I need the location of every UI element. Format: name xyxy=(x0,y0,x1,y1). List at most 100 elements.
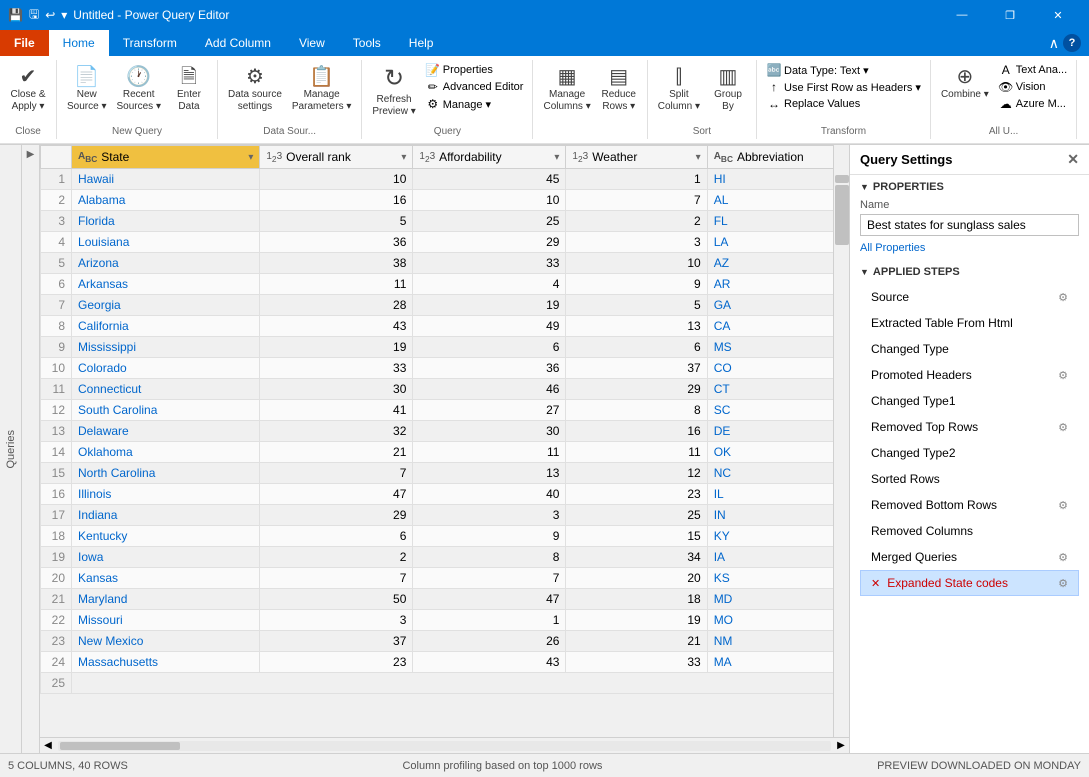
refresh-preview-button[interactable]: ↻ RefreshPreview ▾ xyxy=(368,62,419,121)
h-scroll-track xyxy=(58,741,831,751)
query-name-input[interactable] xyxy=(860,214,1079,236)
ribbon-group-transform-items: 🔤 Data Type: Text ▾ ↑ Use First Row as H… xyxy=(763,62,924,124)
row-num-4: 4 xyxy=(41,232,72,253)
step-item-2[interactable]: Changed Type xyxy=(860,336,1079,362)
step-item-4[interactable]: Changed Type1 xyxy=(860,388,1079,414)
ai-vertical: A Text Ana... 👁 Vision ☁ Azure M... xyxy=(995,62,1070,112)
step-gear-11[interactable]: ⚙ xyxy=(1058,577,1068,590)
cell-state-22: Missouri xyxy=(72,610,260,631)
scrollbar-horizontal[interactable]: ◀ ▶ xyxy=(40,737,849,753)
close-group-label: Close xyxy=(15,126,41,137)
col-filter-afford[interactable]: ▾ xyxy=(554,152,559,163)
data-source-settings-button[interactable]: ⚙ Data sourcesettings xyxy=(224,62,286,116)
all-properties-link[interactable]: All Properties xyxy=(860,242,925,254)
properties-button[interactable]: 📝 Properties xyxy=(422,62,527,78)
step-gear-0[interactable]: ⚙ xyxy=(1058,291,1068,304)
help-icon[interactable]: ? xyxy=(1063,34,1081,52)
quick-access-undo[interactable]: ↩ xyxy=(45,8,55,22)
step-item-10[interactable]: Merged Queries ⚙ xyxy=(860,544,1079,570)
text-analytics-button[interactable]: A Text Ana... xyxy=(995,62,1070,78)
table-row: 15 North Carolina 7 13 12 NC xyxy=(41,463,849,484)
data-type-button[interactable]: 🔤 Data Type: Text ▾ xyxy=(763,62,924,78)
quick-access-save[interactable]: 🖫 xyxy=(29,5,39,26)
tab-tools[interactable]: Tools xyxy=(339,30,395,56)
ribbon-collapse[interactable]: ∧ xyxy=(1049,35,1059,52)
ribbon-group-combine: ⊕ Combine ▾ A Text Ana... 👁 Vision ☁ Azu… xyxy=(931,60,1077,139)
reduce-rows-button[interactable]: ▤ ReduceRows ▾ xyxy=(597,62,641,116)
tab-transform[interactable]: Transform xyxy=(109,30,191,56)
recent-sources-button[interactable]: 🕐 RecentSources ▾ xyxy=(112,62,164,116)
step-item-9[interactable]: Removed Columns xyxy=(860,518,1079,544)
cell-afford-9: 6 xyxy=(413,337,566,358)
quick-access-dropdown[interactable]: ▾ xyxy=(61,8,67,22)
step-item-11[interactable]: ✕ Expanded State codes ⚙ xyxy=(860,570,1079,596)
step-left-6: Changed Type2 xyxy=(871,446,956,460)
manage-columns-button[interactable]: ▦ ManageColumns ▾ xyxy=(539,62,594,116)
tab-add-column[interactable]: Add Column xyxy=(191,30,285,56)
col-filter-state[interactable]: ▾ xyxy=(248,152,253,163)
table-scroll[interactable]: ABC State ▾ 123 Overall rank ▾ xyxy=(40,145,849,737)
enter-data-button[interactable]: 🗎 EnterData xyxy=(167,62,211,116)
scroll-left-btn[interactable]: ◀ xyxy=(40,738,56,754)
scroll-thumb-up[interactable] xyxy=(835,175,849,183)
tab-file[interactable]: File xyxy=(0,30,49,56)
tab-home[interactable]: Home xyxy=(49,30,109,56)
cell-afford-13: 30 xyxy=(413,421,566,442)
new-source-button[interactable]: 📄 NewSource ▾ xyxy=(63,62,110,116)
azure-ml-button[interactable]: ☁ Azure M... xyxy=(995,96,1070,112)
step-item-5[interactable]: Removed Top Rows ⚙ xyxy=(860,414,1079,440)
col-header-rank[interactable]: 123 Overall rank ▾ xyxy=(260,146,413,169)
tab-help[interactable]: Help xyxy=(395,30,448,56)
step-item-3[interactable]: Promoted Headers ⚙ xyxy=(860,362,1079,388)
close-apply-button[interactable]: ✔ Close &Apply ▾ xyxy=(6,62,50,116)
row-num-22: 22 xyxy=(41,610,72,631)
col-header-abbr[interactable]: ABC Abbreviation ▾ xyxy=(707,146,848,169)
close-button[interactable]: ✕ xyxy=(1035,0,1081,30)
step-item-0[interactable]: Source ⚙ xyxy=(860,284,1079,310)
scrollbar-vertical[interactable] xyxy=(833,145,849,737)
step-name-10: Merged Queries xyxy=(871,550,957,564)
cell-state-8: California xyxy=(72,316,260,337)
query-settings-title: Query Settings xyxy=(860,152,952,167)
step-gear-10[interactable]: ⚙ xyxy=(1058,551,1068,564)
col-header-state[interactable]: ABC State ▾ xyxy=(72,146,260,169)
col-filter-weather[interactable]: ▾ xyxy=(696,152,701,163)
tab-view[interactable]: View xyxy=(285,30,339,56)
table-row: 4 Louisiana 36 29 3 LA xyxy=(41,232,849,253)
advanced-editor-button[interactable]: ✏ Advanced Editor xyxy=(422,79,527,95)
minimize-button[interactable]: — xyxy=(939,0,985,30)
properties-section: PROPERTIES Name All Properties xyxy=(850,175,1089,260)
step-item-7[interactable]: Sorted Rows xyxy=(860,466,1079,492)
replace-values-button[interactable]: ↔ Replace Values xyxy=(763,96,924,112)
step-gear-5[interactable]: ⚙ xyxy=(1058,421,1068,434)
expand-queries-btn[interactable]: ▶ xyxy=(22,145,40,753)
group-by-button[interactable]: ▥ GroupBy xyxy=(706,62,750,116)
scroll-right-btn[interactable]: ▶ xyxy=(833,738,849,754)
combine-button[interactable]: ⊕ Combine ▾ xyxy=(937,62,993,104)
cell-rank-4: 36 xyxy=(260,232,413,253)
cell-afford-18: 9 xyxy=(413,526,566,547)
maximize-button[interactable]: ❐ xyxy=(987,0,1033,30)
col-filter-rank[interactable]: ▾ xyxy=(401,152,406,163)
vision-button[interactable]: 👁 Vision xyxy=(995,79,1070,95)
step-gear-3[interactable]: ⚙ xyxy=(1058,369,1068,382)
query-settings-close[interactable]: ✕ xyxy=(1067,151,1079,168)
cell-state-16: Illinois xyxy=(72,484,260,505)
table-row: 22 Missouri 3 1 19 MO xyxy=(41,610,849,631)
col-header-weather[interactable]: 123 Weather ▾ xyxy=(566,146,707,169)
use-first-row-button[interactable]: ↑ Use First Row as Headers ▾ xyxy=(763,79,924,95)
step-item-1[interactable]: Extracted Table From Html xyxy=(860,310,1079,336)
scroll-thumb-v[interactable] xyxy=(835,185,849,245)
col-header-afford[interactable]: 123 Affordability ▾ xyxy=(413,146,566,169)
step-gear-8[interactable]: ⚙ xyxy=(1058,499,1068,512)
cell-abbr-1: HI xyxy=(707,169,848,190)
split-column-icon: ⫿ xyxy=(676,65,682,89)
manage-button[interactable]: ⚙ Manage ▾ xyxy=(422,96,527,112)
split-column-button[interactable]: ⫿ SplitColumn ▾ xyxy=(654,62,704,116)
step-item-8[interactable]: Removed Bottom Rows ⚙ xyxy=(860,492,1079,518)
h-scroll-thumb[interactable] xyxy=(60,742,180,750)
manage-parameters-button[interactable]: 📋 ManageParameters ▾ xyxy=(288,62,355,116)
step-item-6[interactable]: Changed Type2 xyxy=(860,440,1079,466)
col-name-state: State xyxy=(101,150,129,164)
manage-label: Manage ▾ xyxy=(443,98,491,111)
